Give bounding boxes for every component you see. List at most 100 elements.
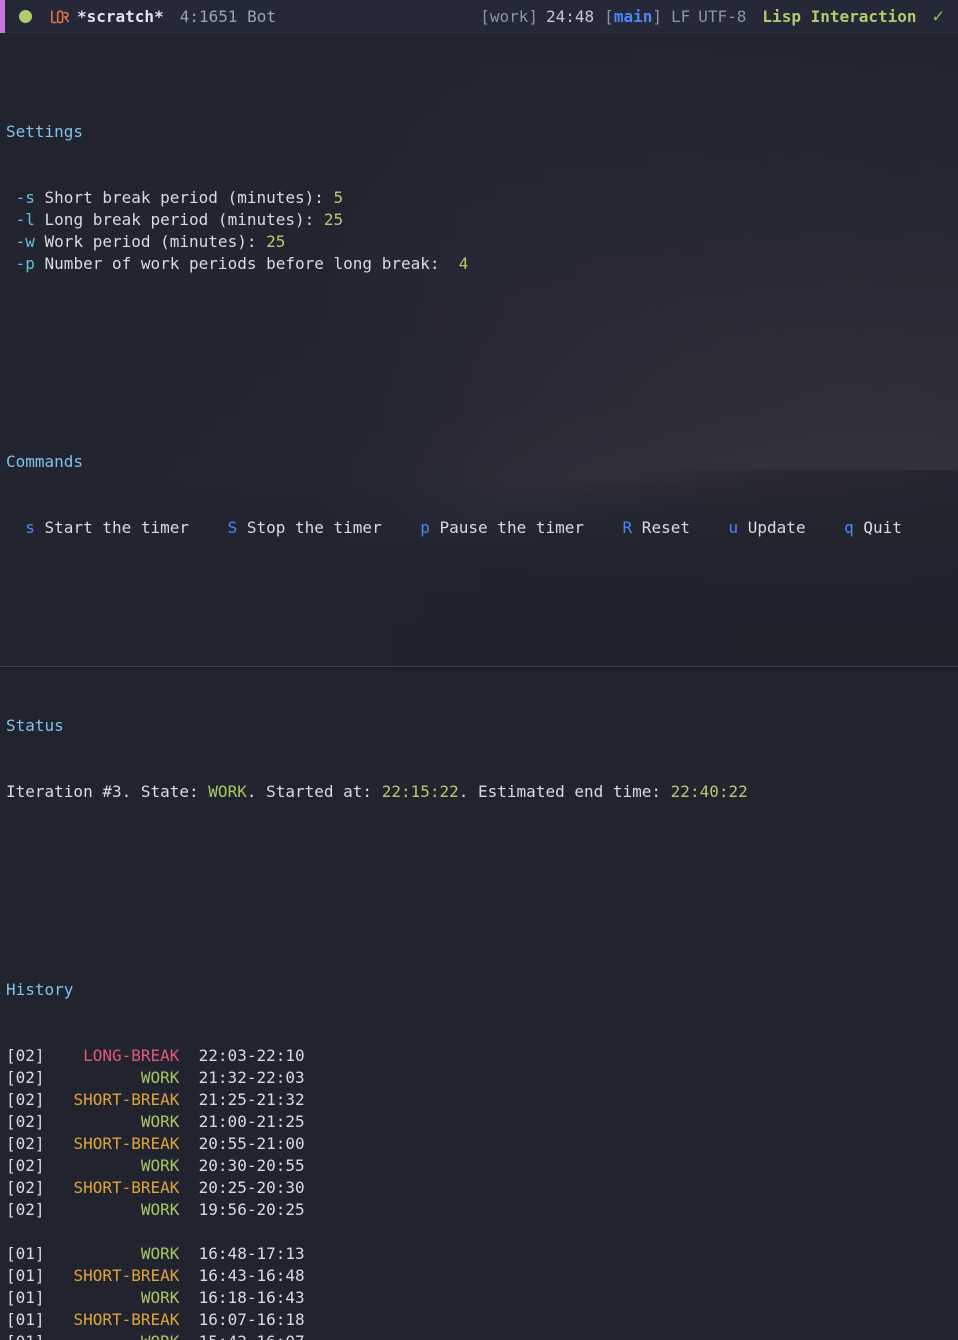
spacer [0, 341, 958, 363]
history-iteration: [02] [6, 1046, 45, 1065]
history-row: [02] SHORT-BREAK 21:25-21:32 [0, 1089, 958, 1111]
history-iteration: [01] [6, 1288, 45, 1307]
history-row: [02] SHORT-BREAK 20:55-21:00 [0, 1133, 958, 1155]
history-state: SHORT-BREAK [73, 1090, 179, 1109]
history-time-range: 16:43-16:48 [179, 1266, 304, 1285]
history-time-range: 20:25-20:30 [179, 1178, 304, 1197]
history-row: [02] LONG-BREAK 22:03-22:10 [0, 1045, 958, 1067]
command-key: s [6, 518, 35, 537]
status-heading: Status [0, 715, 958, 737]
settings-flag: -p [6, 254, 35, 273]
history-time-range: 19:56-20:25 [179, 1200, 304, 1219]
history-heading: History [0, 979, 958, 1001]
history-state: SHORT-BREAK [73, 1134, 179, 1153]
command-key: q [806, 518, 854, 537]
history-row: [01] SHORT-BREAK 16:43-16:48 [0, 1265, 958, 1287]
history-row: [01] SHORT-BREAK 16:07-16:18 [0, 1309, 958, 1331]
settings-label: Number of work periods before long break… [35, 254, 449, 273]
history-pad [45, 1112, 141, 1131]
history-state: WORK [141, 1332, 180, 1340]
buffer-name[interactable]: *scratch* [77, 6, 164, 28]
command-label: Quit [854, 518, 902, 537]
history-row: [02] WORK 20:30-20:55 [0, 1155, 958, 1177]
settings-list: -s Short break period (minutes): 5 -l Lo… [0, 187, 958, 275]
history-iteration: [01] [6, 1244, 45, 1263]
history-pad [45, 1266, 74, 1285]
command-label: Pause the timer [430, 518, 584, 537]
history-iteration: [02] [6, 1090, 45, 1109]
history-state: WORK [141, 1244, 180, 1263]
command-label: Stop the timer [237, 518, 382, 537]
major-mode-indicator[interactable]: Lisp Interaction [762, 6, 916, 28]
settings-value[interactable]: 25 [324, 210, 343, 229]
history-iteration: [02] [6, 1156, 45, 1175]
history-time-range: 22:03-22:10 [179, 1046, 304, 1065]
history-group-spacer [0, 1221, 958, 1243]
history-state: SHORT-BREAK [73, 1310, 179, 1329]
history-state: WORK [141, 1068, 180, 1087]
modeline-right-group: [work] 24:48 [main] LF UTF-8 Lisp Intera… [480, 6, 958, 28]
settings-value[interactable]: 5 [334, 188, 344, 207]
history-iteration: [01] [6, 1266, 45, 1285]
settings-row: -s Short break period (minutes): 5 [0, 187, 958, 209]
history-time-range: 21:25-21:32 [179, 1090, 304, 1109]
history-row: [01] WORK 16:18-16:43 [0, 1287, 958, 1309]
frame-bottom-border [0, 666, 958, 670]
settings-label: Short break period (minutes): [35, 188, 334, 207]
encoding-indicator[interactable]: UTF-8 [698, 6, 746, 28]
history-iteration: [02] [6, 1134, 45, 1153]
command-key: p [382, 518, 430, 537]
history-iteration: [02] [6, 1178, 45, 1197]
settings-flag: -l [6, 210, 35, 229]
command-pause-the-timer[interactable]: p Pause the timer [382, 517, 584, 539]
command-quit[interactable]: q Quit [806, 517, 902, 539]
settings-row: -w Work period (minutes): 25 [0, 231, 958, 253]
history-pad [45, 1310, 74, 1329]
command-key: S [189, 518, 237, 537]
command-reset[interactable]: R Reset [584, 517, 690, 539]
history-state: WORK [141, 1288, 180, 1307]
settings-label: Work period (minutes): [35, 232, 266, 251]
buffer-position: 4:1651 Bot [180, 6, 276, 28]
history-pad [45, 1332, 141, 1340]
status-end-label: . Estimated end time: [459, 782, 671, 801]
workspace-indicator[interactable]: [work] [480, 6, 538, 28]
command-key: u [690, 518, 738, 537]
history-iteration: [02] [6, 1112, 45, 1131]
settings-flag: -w [6, 232, 35, 251]
history-time-range: 20:30-20:55 [179, 1156, 304, 1175]
git-branch-indicator[interactable]: main [614, 6, 653, 28]
lisp-icon [50, 8, 70, 26]
status-line: Iteration #3. State: WORK. Started at: 2… [0, 781, 958, 803]
history-time-range: 21:32-22:03 [179, 1068, 304, 1087]
history-pad [45, 1156, 141, 1175]
clock-indicator: 24:48 [546, 6, 594, 28]
modeline-left-group: *scratch* 4:1651 Bot [5, 6, 276, 28]
settings-heading: Settings [0, 121, 958, 143]
history-state: WORK [141, 1112, 180, 1131]
buffer-status-dot-icon [19, 10, 32, 23]
settings-row: -p Number of work periods before long br… [0, 253, 958, 275]
history-state: SHORT-BREAK [73, 1266, 179, 1285]
command-update[interactable]: u Update [690, 517, 806, 539]
scratch-buffer[interactable]: Settings -s Short break period (minutes)… [0, 33, 958, 670]
command-label: Start the timer [35, 518, 189, 537]
history-list: [02] LONG-BREAK 22:03-22:10[02] WORK 21:… [0, 1045, 958, 1340]
check-icon: ✓ [933, 7, 944, 26]
command-stop-the-timer[interactable]: S Stop the timer [189, 517, 382, 539]
history-iteration: [02] [6, 1200, 45, 1219]
commands-list: s Start the timer S Stop the timer p Pau… [0, 517, 958, 539]
history-pad [45, 1046, 84, 1065]
modeline: *scratch* 4:1651 Bot [work] 24:48 [main]… [0, 0, 958, 33]
line-ending-indicator[interactable]: LF [671, 6, 690, 28]
settings-value[interactable]: 4 [449, 254, 468, 273]
history-pad [45, 1288, 141, 1307]
history-time-range: 16:07-16:18 [179, 1310, 304, 1329]
history-pad [45, 1090, 74, 1109]
settings-value[interactable]: 25 [266, 232, 285, 251]
command-start-the-timer[interactable]: s Start the timer [6, 517, 189, 539]
settings-flag: -s [6, 188, 35, 207]
history-pad [45, 1200, 141, 1219]
history-iteration: [02] [6, 1068, 45, 1087]
history-iteration: [01] [6, 1310, 45, 1329]
